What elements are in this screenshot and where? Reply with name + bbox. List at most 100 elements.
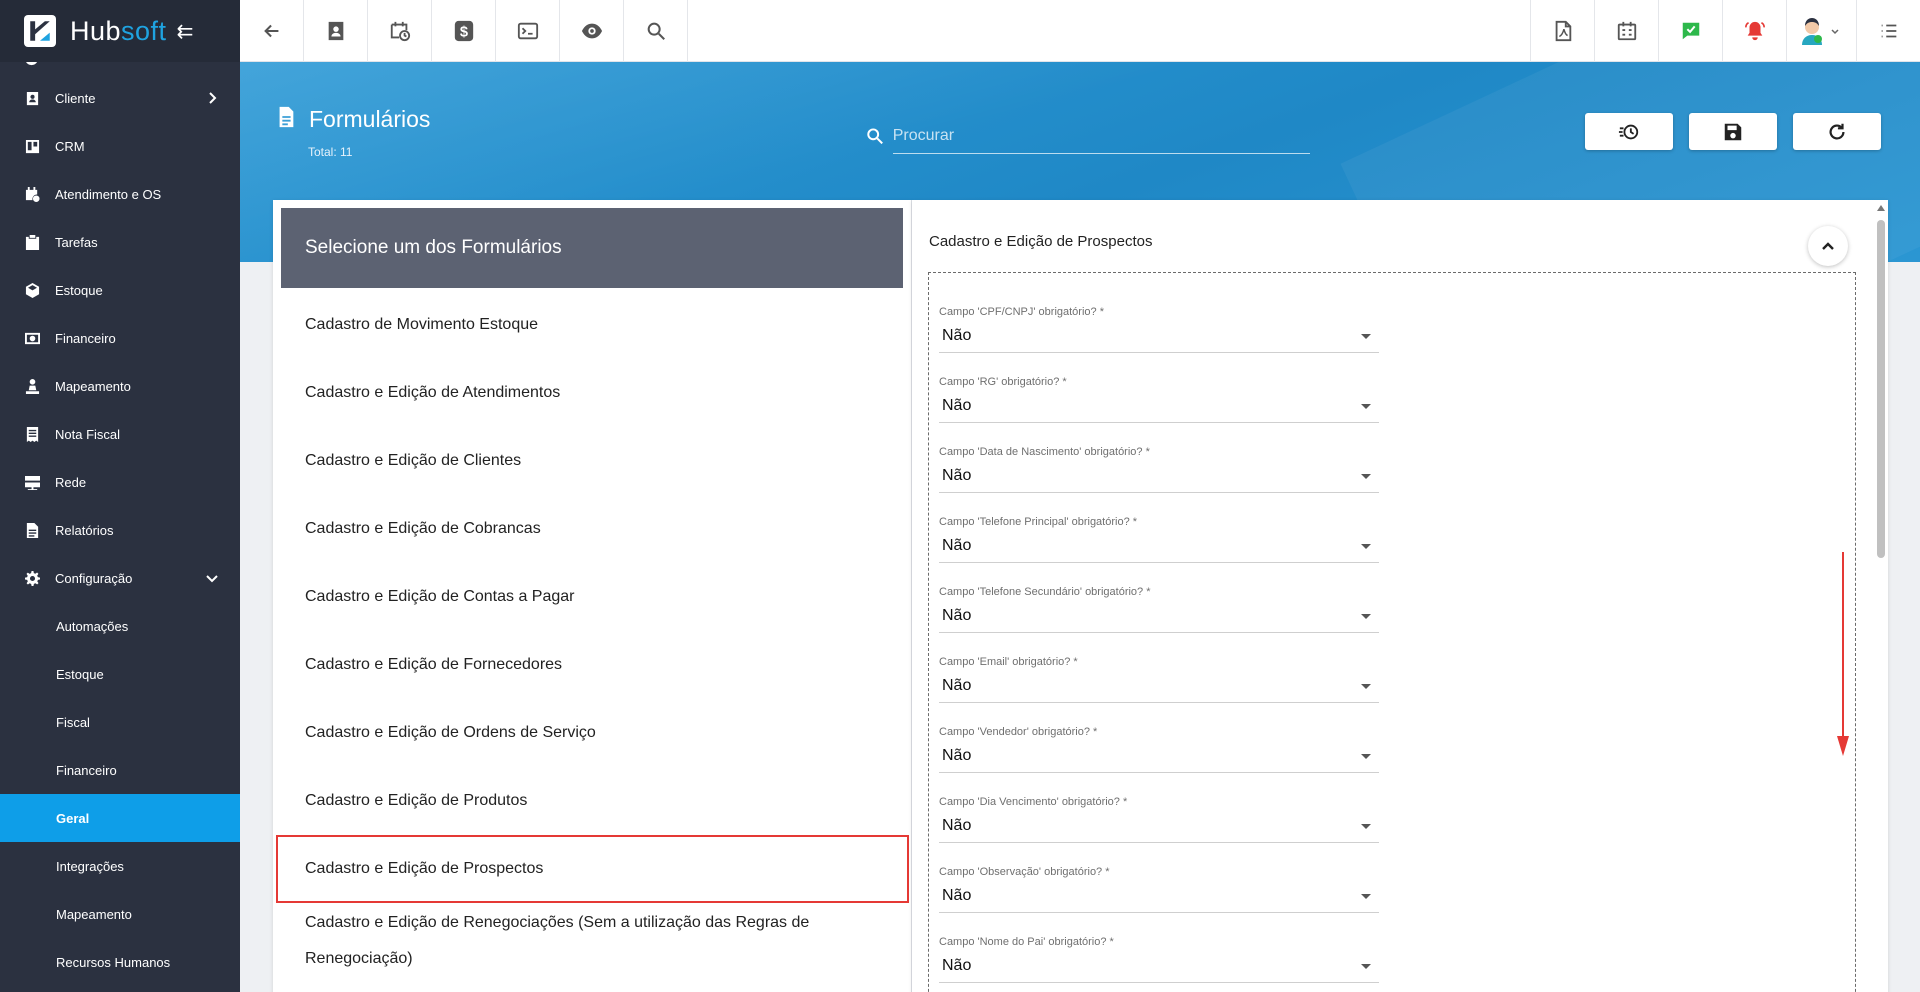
- select-dropdown[interactable]: Não: [939, 600, 1379, 633]
- map-person-icon: [24, 378, 40, 394]
- list-item[interactable]: Cadastro e Edição de Ordens de Serviço: [273, 699, 911, 767]
- history-icon: [1618, 124, 1639, 139]
- field-data-nascimento: Campo 'Data de Nascimento' obrigatório? …: [939, 446, 1379, 493]
- calendar-clock-icon: [390, 21, 410, 42]
- list-item[interactable]: Cadastro e Edição de Atendimentos: [273, 359, 911, 427]
- eye-icon: [581, 23, 602, 39]
- sidebar-item-label: Recursos Humanos: [56, 954, 171, 970]
- history-button[interactable]: [1585, 113, 1673, 150]
- sidebar-item-relatorios[interactable]: Relatórios: [0, 506, 240, 554]
- sidebar-item-configuracao[interactable]: Configuração: [0, 554, 240, 602]
- select-dropdown[interactable]: Não: [939, 950, 1379, 983]
- pdf-button[interactable]: [1530, 0, 1594, 62]
- sidebar-item-rede[interactable]: Rede: [0, 458, 240, 506]
- collapse-section-button[interactable]: [1808, 226, 1848, 266]
- chevron-down-icon: [204, 570, 220, 586]
- box-icon: [24, 282, 40, 298]
- select-dropdown[interactable]: Não: [939, 320, 1379, 353]
- sidebar-item-label: Estoque: [56, 666, 104, 682]
- view-button[interactable]: [560, 0, 624, 62]
- topbar: $: [240, 0, 1920, 62]
- list-item-selected[interactable]: Cadastro e Edição de Prospectos: [276, 835, 909, 903]
- select-dropdown[interactable]: Não: [939, 530, 1379, 563]
- select-dropdown[interactable]: Não: [939, 810, 1379, 843]
- select-dropdown[interactable]: Não: [939, 740, 1379, 773]
- field-label: Campo 'Telefone Secundário' obrigatório?…: [939, 586, 1151, 598]
- contact-card-icon: [328, 21, 343, 41]
- arrow-left-icon: [263, 24, 278, 38]
- search-button[interactable]: [624, 0, 688, 62]
- forms-list-panel: Selecione um dos Formulários Cadastro de…: [273, 200, 912, 992]
- sidebar-subitem-mapeamento[interactable]: Mapeamento: [0, 890, 240, 938]
- refresh-icon: [1829, 123, 1845, 140]
- list-item[interactable]: Cadastro de Movimento Estoque: [273, 291, 911, 359]
- user-menu-button[interactable]: [1786, 0, 1850, 62]
- sidebar-item-tarefas[interactable]: Tarefas: [0, 218, 240, 266]
- search-input[interactable]: [892, 118, 1310, 154]
- scroll-up-icon[interactable]: [1877, 205, 1885, 211]
- sidebar-item-crm[interactable]: CRM: [0, 122, 240, 170]
- chevron-down-icon: [1831, 29, 1839, 35]
- sidebar-item-nota-fiscal[interactable]: Nota Fiscal: [0, 410, 240, 458]
- calendar-button[interactable]: [1594, 0, 1658, 62]
- field-label: Campo 'Telefone Principal' obrigatório? …: [939, 516, 1138, 528]
- dropdown-caret-icon: [1361, 754, 1371, 759]
- scrollbar[interactable]: [1874, 200, 1888, 992]
- list-menu-button[interactable]: [1856, 0, 1920, 62]
- list-item[interactable]: Cadastro e Edição de Cobrancas: [273, 495, 911, 563]
- dropdown-caret-icon: [1361, 684, 1371, 689]
- bell-icon: [1744, 21, 1765, 41]
- select-dropdown[interactable]: Não: [939, 460, 1379, 493]
- billing-button[interactable]: $: [432, 0, 496, 62]
- sidebar-item-atendimento[interactable]: Atendimento e OS: [0, 170, 240, 218]
- sidebar-item-mapeamento[interactable]: Mapeamento: [0, 362, 240, 410]
- back-button[interactable]: [240, 0, 304, 62]
- brand: Hubsoft ⇇: [0, 0, 240, 62]
- receipt-icon: [24, 426, 40, 442]
- sidebar-subitem-recursos-humanos[interactable]: Recursos Humanos: [0, 938, 240, 986]
- field-rg: Campo 'RG' obrigatório? * Não: [939, 376, 1379, 423]
- select-dropdown[interactable]: Não: [939, 880, 1379, 913]
- field-label: Campo 'RG' obrigatório? *: [939, 376, 1067, 388]
- list-item[interactable]: Cadastro e Edição de Contas a Pagar: [273, 563, 911, 631]
- field-label: Campo 'Dia Vencimento' obrigatório? *: [939, 796, 1128, 808]
- collapse-sidebar-icon[interactable]: ⇇: [177, 19, 194, 44]
- field-label: Campo 'Vendedor' obrigatório? *: [939, 726, 1098, 738]
- document-icon: [275, 106, 297, 133]
- select-dropdown[interactable]: Não: [939, 390, 1379, 423]
- list-item[interactable]: Cadastro e Edição de Produtos: [273, 767, 911, 835]
- notifications-button[interactable]: [1722, 0, 1786, 62]
- field-observacao: Campo 'Observação' obrigatório? * Não: [939, 866, 1379, 913]
- sidebar-item-financeiro[interactable]: Financeiro: [0, 314, 240, 362]
- sidebar-subitem-geral[interactable]: Geral: [0, 794, 240, 842]
- sidebar-item-cliente[interactable]: Cliente: [0, 74, 240, 122]
- sidebar-item-label: Financeiro: [56, 762, 117, 778]
- sidebar-subitem-estoque[interactable]: Estoque: [0, 650, 240, 698]
- list-item[interactable]: Cadastro e Edição de Clientes: [273, 427, 911, 495]
- chevron-right-icon: [204, 90, 220, 106]
- calendar-grid-icon: [1617, 21, 1636, 41]
- select-dropdown[interactable]: Não: [939, 670, 1379, 703]
- sidebar-item-label: Integrações: [56, 858, 124, 874]
- schedule-button[interactable]: [368, 0, 432, 62]
- sidebar-subitem-integracoes[interactable]: Integrações: [0, 842, 240, 890]
- scrollbar-thumb[interactable]: [1877, 220, 1885, 558]
- refresh-button[interactable]: [1793, 113, 1881, 150]
- chevron-up-icon: [1822, 242, 1834, 250]
- field-label: Campo 'Email' obrigatório? *: [939, 656, 1078, 668]
- sidebar-subitem-fiscal[interactable]: Fiscal: [0, 698, 240, 746]
- field-dia-vencimento: Campo 'Dia Vencimento' obrigatório? * Nã…: [939, 796, 1379, 843]
- messages-button[interactable]: [1658, 0, 1722, 62]
- save-button[interactable]: [1689, 113, 1777, 150]
- terminal-button[interactable]: [496, 0, 560, 62]
- sidebar-subitem-automacoes[interactable]: Automações: [0, 602, 240, 650]
- terminal-icon: [517, 22, 538, 40]
- logo-text: Hubsoft: [70, 15, 167, 46]
- search-icon: [647, 22, 665, 40]
- sidebar-subitem-financeiro[interactable]: Financeiro: [0, 746, 240, 794]
- sidebar-item-estoque[interactable]: Estoque: [0, 266, 240, 314]
- contacts-button[interactable]: [304, 0, 368, 62]
- list-item[interactable]: Cadastro e Edição de Renegociações (Sem …: [273, 903, 911, 973]
- list-item[interactable]: Cadastro e Edição de Fornecedores: [273, 631, 911, 699]
- dropdown-caret-icon: [1361, 894, 1371, 899]
